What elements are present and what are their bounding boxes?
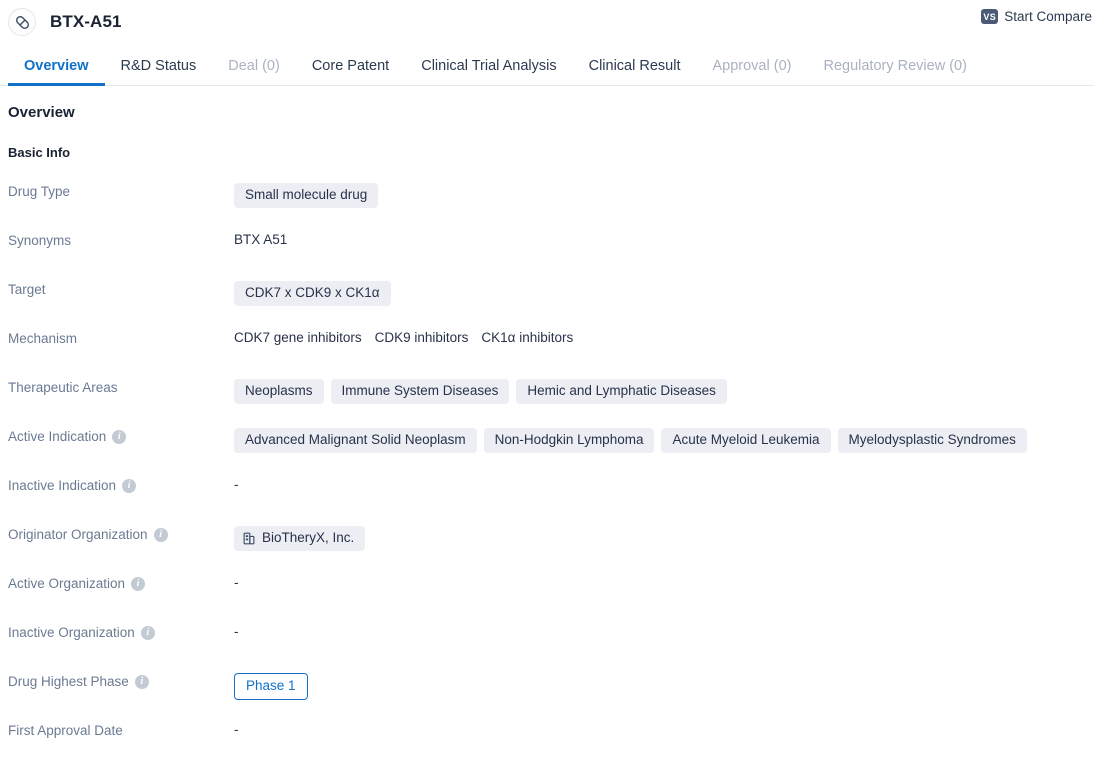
row-label-first-approval-date: First Approval Date <box>8 721 234 738</box>
info-row-originator-organization: Originator Organization i BioTheryX, Inc. <box>8 525 1094 574</box>
row-value-first-approval-date: - <box>234 721 1094 737</box>
info-row-mechanism: Mechanism CDK7 gene inhibitors CDK9 inhibi… <box>8 329 1094 378</box>
row-label-active-indication: Active Indication i <box>8 427 234 444</box>
tab-overview[interactable]: Overview <box>8 58 105 86</box>
organization-name: BioTheryX, Inc. <box>262 530 355 545</box>
section-title: Overview <box>8 104 75 121</box>
tab-regulatory-review[interactable]: Regulatory Review (0) <box>807 58 982 85</box>
row-label-drug-type: Drug Type <box>8 182 234 199</box>
empty-value: - <box>234 575 239 590</box>
row-label-text: Mechanism <box>8 331 78 346</box>
value-chip[interactable]: CDK7 x CDK9 x CK1α <box>234 281 391 307</box>
mechanism-item[interactable]: CDK7 gene inhibitors <box>234 330 362 345</box>
row-label-inactive-organization: Inactive Organization i <box>8 623 234 640</box>
info-icon[interactable]: i <box>122 478 137 493</box>
row-label-originator-organization: Originator Organization i <box>8 525 234 542</box>
tab-clinical-trial-analysis[interactable]: Clinical Trial Analysis <box>405 58 572 85</box>
info-icon[interactable]: i <box>153 527 168 542</box>
value-chip[interactable]: Non-Hodgkin Lymphoma <box>483 428 655 454</box>
row-value-active-organization: - <box>234 574 1094 590</box>
page-title: BTX-A51 <box>50 12 122 31</box>
value-chip[interactable]: Advanced Malignant Solid Neoplasm <box>234 428 477 454</box>
row-value-target: CDK7 x CDK9 x CK1α <box>234 280 1094 307</box>
row-value-synonyms: BTX A51 <box>234 231 1094 247</box>
info-row-first-approval-date: First Approval Date - <box>8 721 1094 763</box>
vs-icon: VS <box>981 9 999 24</box>
row-label-text: Drug Highest Phase <box>8 674 129 689</box>
info-row-therapeutic-areas: Therapeutic Areas Neoplasms Immune System … <box>8 378 1094 427</box>
phase-badge[interactable]: Phase 1 <box>234 673 308 701</box>
page-header: BTX-A51 VS Start Compare <box>0 0 1094 44</box>
info-row-target: Target CDK7 x CDK9 x CK1α <box>8 280 1094 329</box>
value-chip[interactable]: Acute Myeloid Leukemia <box>661 428 831 454</box>
row-label-text: First Approval Date <box>8 723 123 738</box>
info-row-active-organization: Active Organization i - <box>8 574 1094 623</box>
info-row-drug-type: Drug Type Small molecule drug <box>8 182 1094 231</box>
info-row-inactive-organization: Inactive Organization i - <box>8 623 1094 672</box>
row-label-text: Active Indication <box>8 429 107 444</box>
row-label-text: Drug Type <box>8 184 71 199</box>
tab-rd-status[interactable]: R&D Status <box>105 58 213 85</box>
row-label-text: Therapeutic Areas <box>8 380 118 395</box>
row-label-drug-highest-phase: Drug Highest Phase i <box>8 672 234 689</box>
tab-clinical-result[interactable]: Clinical Result <box>573 58 697 85</box>
info-row-active-indication: Active Indication i Advanced Malignant Sol… <box>8 427 1094 476</box>
info-icon[interactable]: i <box>112 429 127 444</box>
row-label-text: Inactive Organization <box>8 625 135 640</box>
row-label-text: Active Organization <box>8 576 126 591</box>
row-value-drug-type: Small molecule drug <box>234 182 1094 209</box>
value-chip[interactable]: Small molecule drug <box>234 183 379 209</box>
row-label-text: Target <box>8 282 46 297</box>
row-label-text: Inactive Indication <box>8 478 117 493</box>
value-chip[interactable]: Myelodysplastic Syndromes <box>837 428 1027 454</box>
row-value-inactive-organization: - <box>234 623 1094 639</box>
value-text: BTX A51 <box>234 232 288 247</box>
row-label-text: Originator Organization <box>8 527 148 542</box>
row-value-active-indication: Advanced Malignant Solid Neoplasm Non-Hod… <box>234 427 1094 454</box>
tab-approval[interactable]: Approval (0) <box>696 58 807 85</box>
pill-icon <box>8 8 36 36</box>
mechanism-list: CDK7 gene inhibitors CDK9 inhibitors CK1α … <box>234 330 573 345</box>
overview-panel: Overview Basic Info Drug Type Small molec… <box>0 86 1094 763</box>
value-chip[interactable]: Neoplasms <box>234 379 324 405</box>
basic-info-title: Basic Info <box>8 145 71 160</box>
info-row-drug-highest-phase: Drug Highest Phase i Phase 1 <box>8 672 1094 721</box>
row-label-active-organization: Active Organization i <box>8 574 234 591</box>
start-compare-label: Start Compare <box>1004 9 1092 24</box>
info-icon[interactable]: i <box>131 576 146 591</box>
mechanism-item[interactable]: CK1α inhibitors <box>481 330 573 345</box>
row-value-mechanism: CDK7 gene inhibitors CDK9 inhibitors CK1α … <box>234 329 1094 345</box>
tab-bar: Overview R&D Status Deal (0) Core Patent… <box>0 44 1094 86</box>
mechanism-item[interactable]: CDK9 inhibitors <box>375 330 469 345</box>
row-value-inactive-indication: - <box>234 476 1094 492</box>
info-icon[interactable]: i <box>134 674 149 689</box>
value-chip[interactable]: Immune System Diseases <box>330 379 510 405</box>
tab-deal[interactable]: Deal (0) <box>212 58 296 85</box>
info-icon[interactable]: i <box>140 625 155 640</box>
row-label-mechanism: Mechanism <box>8 329 234 346</box>
info-row-synonyms: Synonyms BTX A51 <box>8 231 1094 280</box>
value-chip[interactable]: Hemic and Lymphatic Diseases <box>516 379 727 405</box>
row-label-synonyms: Synonyms <box>8 231 234 248</box>
tab-core-patent[interactable]: Core Patent <box>296 58 405 85</box>
row-value-drug-highest-phase: Phase 1 <box>234 672 1094 701</box>
info-row-inactive-indication: Inactive Indication i - <box>8 476 1094 525</box>
row-label-target: Target <box>8 280 234 297</box>
empty-value: - <box>234 624 239 639</box>
basic-info-rows: Drug Type Small molecule drug Synonyms BTX … <box>8 182 1094 763</box>
row-label-therapeutic-areas: Therapeutic Areas <box>8 378 234 395</box>
row-label-inactive-indication: Inactive Indication i <box>8 476 234 493</box>
row-label-text: Synonyms <box>8 233 72 248</box>
row-value-therapeutic-areas: Neoplasms Immune System Diseases Hemic and… <box>234 378 1094 405</box>
row-value-originator-organization: BioTheryX, Inc. <box>234 525 1094 552</box>
organization-chip[interactable]: BioTheryX, Inc. <box>234 526 366 552</box>
start-compare-button[interactable]: VS Start Compare <box>981 9 1092 24</box>
empty-value: - <box>234 722 239 737</box>
empty-value: - <box>234 477 239 492</box>
building-icon <box>243 532 255 545</box>
